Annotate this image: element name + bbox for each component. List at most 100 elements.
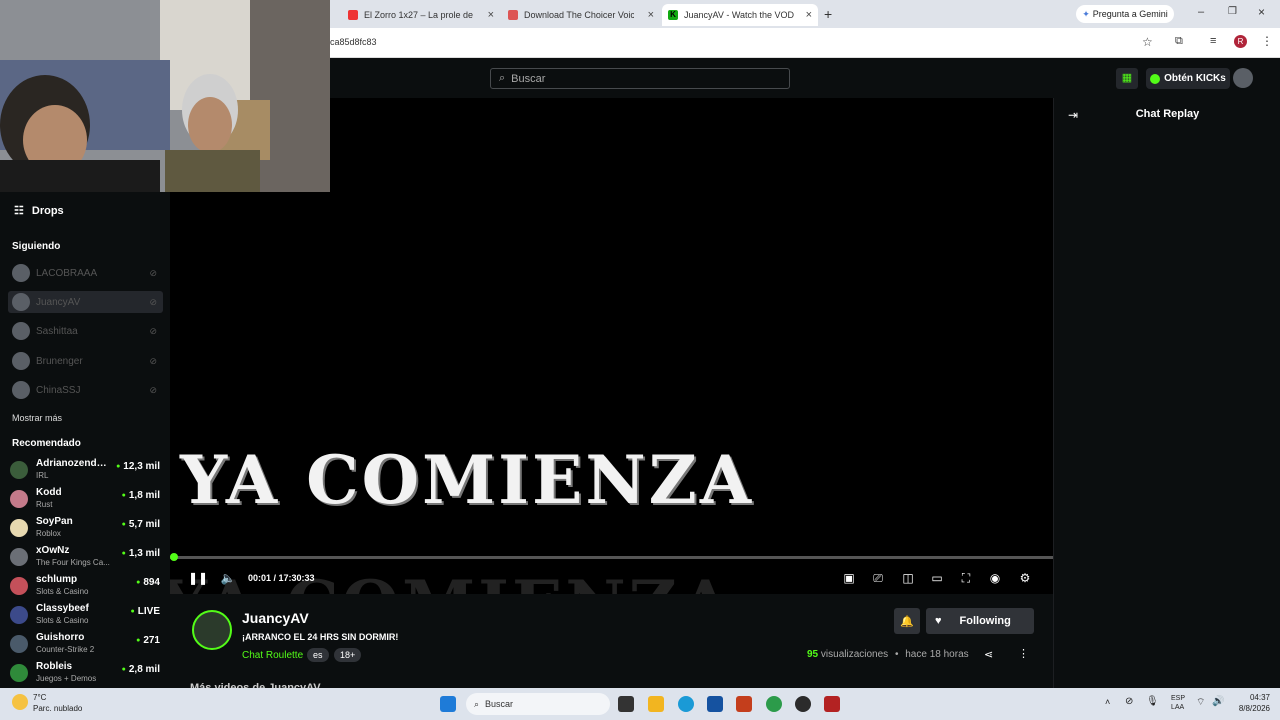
avatar <box>12 381 30 399</box>
minimize-icon[interactable]: – <box>1198 6 1204 18</box>
close-icon[interactable]: × <box>806 9 812 21</box>
progress-handle[interactable] <box>170 553 178 561</box>
autoplay-icon[interactable]: ◉ <box>985 568 1005 588</box>
category-link[interactable]: Chat Roulette <box>242 650 303 661</box>
recommended-channel[interactable]: Guishorro Counter-Strike 2 271 <box>10 631 160 659</box>
taskbar-search[interactable]: ⌕ Buscar <box>466 693 610 715</box>
progress-bar[interactable] <box>170 553 1053 561</box>
fullscreen-icon[interactable]: ⛶ <box>956 568 976 588</box>
close-icon[interactable]: × <box>488 9 494 21</box>
speaker-icon[interactable]: 🔊 <box>1212 696 1224 707</box>
keyboard-layout[interactable]: LAA <box>1171 704 1184 711</box>
media-icon[interactable]: ≡ <box>1210 35 1216 47</box>
tab-juancyav-vod[interactable]: K JuancyAV - Watch the VOD on × <box>662 4 818 26</box>
stream-info: JuancyAV ¡ARRANCO EL 24 HRS SIN DORMIR! … <box>170 594 1053 694</box>
recommended-channel[interactable]: Kodd Rust 1,8 mil <box>10 486 160 514</box>
search-icon: ⌕ <box>474 698 480 709</box>
powerpoint-icon[interactable] <box>736 696 752 712</box>
profile-avatar[interactable]: R <box>1234 35 1247 48</box>
recommended-channel[interactable]: schlump Slots & Casino 894 <box>10 573 160 601</box>
user-avatar[interactable] <box>1233 68 1253 88</box>
close-icon[interactable]: × <box>648 9 654 21</box>
clip-icon[interactable]: ⎚ <box>868 568 888 588</box>
tag-language[interactable]: es <box>307 648 329 662</box>
network-icon[interactable]: ⊘ <box>1125 696 1133 707</box>
star-icon[interactable]: ☆ <box>1142 35 1153 49</box>
sidebar-item-brunenger[interactable]: Brunenger ⊘ <box>8 350 163 372</box>
maximize-icon[interactable]: ❐ <box>1228 6 1237 17</box>
share-icon[interactable]: ⋖ <box>984 648 993 661</box>
channel-category: Roblox <box>36 529 61 538</box>
tag-mature[interactable]: 18+ <box>334 648 362 662</box>
edge-icon[interactable] <box>678 696 694 712</box>
app-icon[interactable] <box>795 696 811 712</box>
player-controls: ❚❚ 🔈 00:01 / 17:30:33 ▣ ⎚ ◫ ▭ ⛶ ◉ ⚙ <box>170 568 1053 592</box>
sidebar-item-chinassj[interactable]: ChinaSSJ ⊘ <box>8 379 163 401</box>
app-icon-2[interactable] <box>824 696 840 712</box>
follow-button[interactable]: ♥ Following <box>926 608 1034 634</box>
chrome-icon[interactable] <box>766 696 782 712</box>
sidebar-item-lacobraaa[interactable]: LACOBRAAA ⊘ <box>8 262 163 284</box>
recommended-channel[interactable]: Adrianozendej... IRL 12,3 mil <box>10 457 160 485</box>
show-more-link[interactable]: Mostrar más <box>12 413 62 423</box>
gemini-button[interactable]: ✦ Pregunta a Gemini <box>1076 5 1174 23</box>
avatar <box>10 461 28 479</box>
drops-link[interactable]: ☷ Drops <box>14 204 64 218</box>
file-explorer-icon[interactable] <box>648 696 664 712</box>
get-kicks-button[interactable]: Obtén KICKs <box>1146 68 1230 89</box>
pause-icon[interactable]: ❚❚ <box>188 568 208 588</box>
extensions-icon[interactable]: ⧉ <box>1175 35 1183 48</box>
channel-category: Juegos + Demos <box>36 674 97 683</box>
recommended-channel[interactable]: Robleis Juegos + Demos 2,8 mil <box>10 660 160 688</box>
recommended-channel[interactable]: SoyPan Roblox 5,7 mil <box>10 515 160 543</box>
settings-icon[interactable]: ⚙ <box>1015 568 1035 588</box>
channel-category: The Four Kings Ca... <box>36 558 110 567</box>
miniplayer-icon[interactable]: ▣ <box>839 568 859 588</box>
viewer-count: 2,8 mil <box>122 664 160 675</box>
notifications-button[interactable]: 🔔 <box>894 608 920 634</box>
microphone-icon[interactable]: 🎙 <box>1146 696 1159 707</box>
weather-icon[interactable] <box>12 694 28 710</box>
close-window-icon[interactable]: × <box>1258 5 1265 19</box>
more-options-icon[interactable]: ⋮ <box>1018 647 1029 660</box>
youtube-icon <box>348 10 358 20</box>
tab-el-zorro[interactable]: El Zorro 1x27 – La prole de El A × <box>342 4 500 26</box>
new-tab-button[interactable]: + <box>824 6 832 22</box>
views-info: 95 visualizaciones • hace 18 horas <box>807 649 969 660</box>
wifi-icon[interactable]: ⌔ <box>1196 696 1205 709</box>
clock-date[interactable]: 8/8/2026 <box>1230 704 1270 713</box>
chat-panel: ⇥ Chat Replay <box>1053 98 1280 688</box>
menu-icon[interactable]: ⋮ <box>1261 34 1273 48</box>
chat-title: Chat Replay <box>1135 108 1200 120</box>
windows-start-icon[interactable] <box>440 696 456 712</box>
captions-icon[interactable]: ◫ <box>898 568 918 588</box>
task-view-icon[interactable] <box>618 696 634 712</box>
store-icon[interactable] <box>707 696 723 712</box>
clock-time[interactable]: 04:37 <box>1236 693 1270 702</box>
channel-category: IRL <box>36 471 49 480</box>
viewer-count: 1,8 mil <box>122 490 160 501</box>
sidebar-item-juancyav[interactable]: JuancyAV ⊘ <box>8 291 163 313</box>
tab-label: JuancyAV - Watch the VOD on <box>684 10 794 20</box>
search-input[interactable]: ⌕ Buscar <box>490 68 790 89</box>
search-icon: ⌕ <box>499 72 506 84</box>
streamer-avatar[interactable] <box>192 610 232 650</box>
upload-time: hace 18 horas <box>905 649 969 660</box>
viewer-count: 12,3 mil <box>116 461 160 472</box>
gift-icon[interactable]: ▦ <box>1116 68 1138 89</box>
sidebar-item-sashittaa[interactable]: Sashittaa ⊘ <box>8 320 163 342</box>
offline-icon: ⊘ <box>149 296 157 307</box>
kicks-coin-icon <box>1150 73 1161 84</box>
streamer-name[interactable]: JuancyAV <box>242 610 309 626</box>
kick-icon: K <box>668 10 678 20</box>
windows-taskbar: 7°C Parc. nublado ⌕ Buscar ˄ ⊘ 🎙 ESP LAA… <box>0 688 1280 720</box>
theater-mode-icon[interactable]: ▭ <box>927 568 947 588</box>
avatar <box>10 664 28 682</box>
tab-choicer-voicer[interactable]: Download The Choicer Voicer b × <box>502 4 660 26</box>
recommended-channel[interactable]: xOwNz The Four Kings Ca... 1,3 mil <box>10 544 160 572</box>
url-text[interactable]: ca85d8fc83 <box>330 37 377 47</box>
recommended-channel[interactable]: Classybeef Slots & Casino LIVE <box>10 602 160 630</box>
volume-icon[interactable]: 🔈 <box>218 568 238 588</box>
chevron-up-icon[interactable]: ˄ <box>1105 697 1110 707</box>
language-code[interactable]: ESP <box>1171 695 1185 702</box>
